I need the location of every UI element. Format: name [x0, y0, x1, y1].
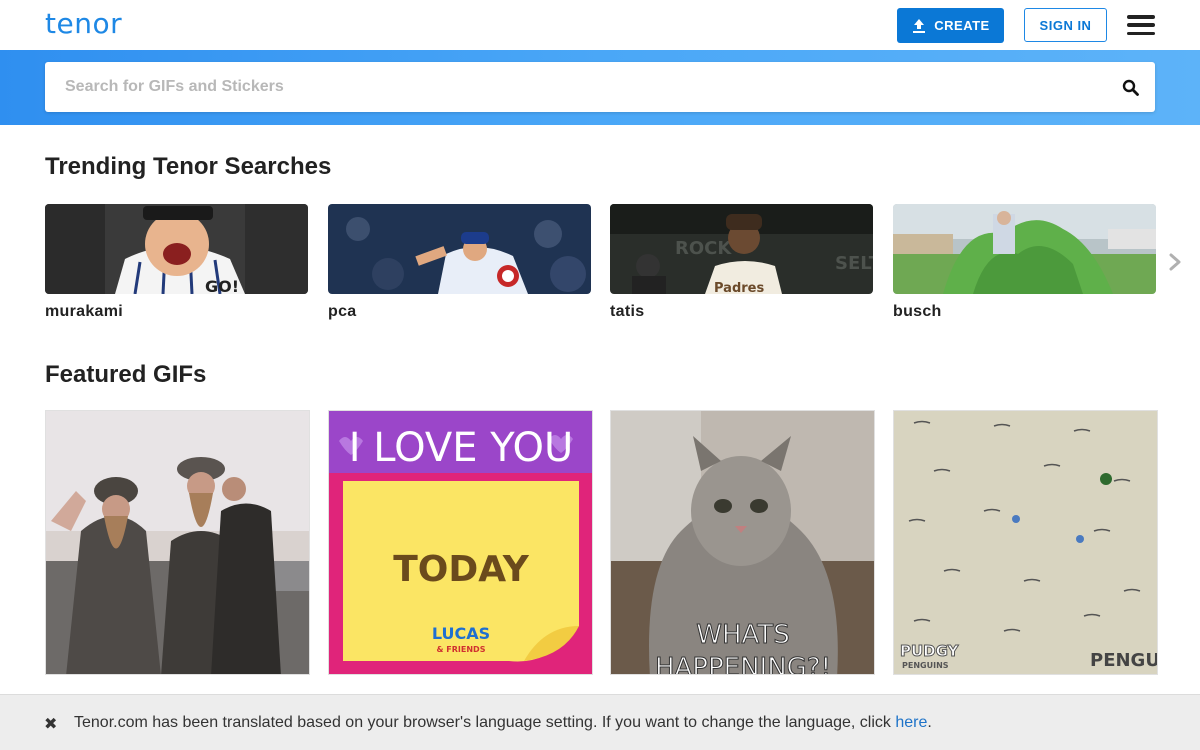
search-input[interactable]: [65, 62, 1105, 112]
trending-item-tatis[interactable]: ROCK SELT Padres tatis: [610, 204, 873, 321]
featured-gif-3[interactable]: WHATS HAPPENING?!: [610, 410, 875, 675]
top-bar: tenor CREATE SIGN IN: [0, 0, 1200, 50]
search-icon[interactable]: [1122, 79, 1139, 96]
trending-thumbnail: GO!: [45, 204, 308, 294]
trending-item-murakami[interactable]: GO! murakami: [45, 204, 308, 321]
trending-thumbnail: ROCK SELT Padres: [610, 204, 873, 294]
gif-brand-left-line2: PENGUINS: [902, 661, 949, 670]
featured-gif-2[interactable]: I LOVE YOU TODAY LUCAS & FRIENDS: [328, 410, 593, 675]
translation-message: Tenor.com has been translated based on y…: [74, 714, 932, 732]
trending-label: tatis: [610, 303, 645, 320]
translation-banner: ✖ Tenor.com has been translated based on…: [0, 694, 1200, 750]
chevron-right-icon[interactable]: [1166, 252, 1184, 272]
featured-title: Featured GIFs: [45, 361, 207, 388]
gif-brand-right: PENGU: [1090, 650, 1158, 671]
change-language-link[interactable]: here: [895, 714, 927, 731]
trending-label: busch: [893, 303, 942, 320]
menu-icon[interactable]: [1127, 15, 1155, 35]
trending-thumbnail: [328, 204, 591, 294]
upload-icon: [913, 18, 926, 33]
gif-brand-left-line1: PUDGY: [900, 642, 960, 660]
translation-message-text: Tenor.com has been translated based on y…: [74, 714, 896, 731]
gif-middle-text: TODAY: [393, 549, 529, 590]
gif-brand-line1: LUCAS: [432, 624, 490, 643]
sign-in-button[interactable]: SIGN IN: [1024, 8, 1107, 42]
create-button[interactable]: CREATE: [897, 8, 1004, 43]
gif-top-text: I LOVE YOU: [349, 425, 574, 471]
close-icon[interactable]: ✖: [44, 714, 60, 733]
gif-caption-line1: WHATS: [696, 620, 789, 650]
featured-gif-4[interactable]: PUDGY PENGUINS PENGU: [893, 410, 1158, 675]
search-band: [0, 50, 1200, 125]
create-button-label: CREATE: [934, 18, 990, 33]
trending-title: Trending Tenor Searches: [45, 153, 332, 180]
tenor-logo[interactable]: tenor: [45, 7, 122, 40]
svg-text:GO!: GO!: [205, 277, 239, 294]
svg-text:SELT: SELT: [835, 253, 873, 274]
trending-label: murakami: [45, 303, 123, 320]
gif-caption-line2: HAPPENING?!: [655, 653, 831, 675]
trending-thumbnail: [893, 204, 1156, 294]
svg-text:Padres: Padres: [714, 281, 764, 294]
svg-text:ROCK: ROCK: [675, 238, 732, 259]
featured-gif-1[interactable]: [45, 410, 310, 675]
trending-item-pca[interactable]: pca: [328, 204, 591, 321]
gif-brand-line2: & FRIENDS: [437, 645, 486, 654]
search-box: [45, 62, 1155, 112]
trending-item-busch[interactable]: busch: [893, 204, 1156, 321]
translation-message-suffix: .: [927, 714, 932, 731]
trending-label: pca: [328, 303, 357, 320]
